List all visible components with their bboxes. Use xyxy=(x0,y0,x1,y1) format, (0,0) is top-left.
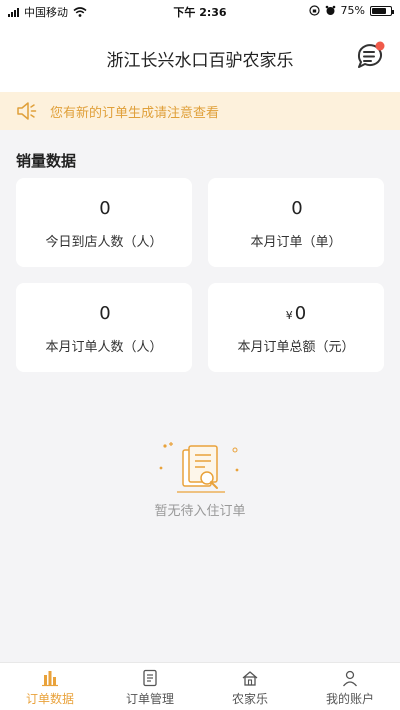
tab-farmhouse[interactable]: 农家乐 xyxy=(200,663,300,710)
tab-my-account[interactable]: 我的账户 xyxy=(300,663,400,710)
speaker-icon xyxy=(17,102,37,120)
tab-bar: 订单数据 订单管理 农家乐 我的账户 xyxy=(0,662,400,710)
stat-value: 0 xyxy=(99,198,111,219)
bar-chart-icon xyxy=(42,671,58,687)
empty-state-text: 暂无待入住订单 xyxy=(154,504,246,519)
stat-label: 本月订单（单） xyxy=(250,235,342,250)
rotation-lock-icon xyxy=(308,5,320,16)
stat-card-today-visitors[interactable]: 0 今日到店人数（人） xyxy=(16,178,192,267)
stat-label: 本月订单总额（元） xyxy=(237,340,355,355)
navbar: 浙江长兴水口百驴农家乐 xyxy=(0,22,400,92)
page-title: 浙江长兴水口百驴农家乐 xyxy=(106,51,294,71)
tab-order-management[interactable]: 订单管理 xyxy=(100,663,200,710)
home-icon xyxy=(242,671,258,686)
notice-text: 您有新的订单生成请注意查看 xyxy=(50,105,220,121)
stat-card-month-order-people[interactable]: 0 本月订单人数（人） xyxy=(16,283,192,372)
status-bar: 中国移动 下午 2:36 75% xyxy=(0,0,400,22)
tab-order-data[interactable]: 订单数据 xyxy=(0,663,100,710)
stat-value: 0 xyxy=(291,198,303,219)
notice-bar[interactable]: 您有新的订单生成请注意查看 xyxy=(0,92,400,130)
status-right: 75% xyxy=(308,4,394,17)
tab-label: 订单管理 xyxy=(125,692,174,706)
stat-value: 0 xyxy=(99,303,111,324)
stat-label: 今日到店人数（人） xyxy=(45,235,163,250)
stat-value: ¥0 xyxy=(285,303,307,324)
list-icon xyxy=(143,669,157,687)
stat-card-month-order-total[interactable]: ¥0 本月订单总额（元） xyxy=(208,283,384,372)
user-icon xyxy=(342,670,358,687)
tab-label: 订单数据 xyxy=(25,692,74,706)
tab-label: 农家乐 xyxy=(231,692,268,706)
stat-label: 本月订单人数（人） xyxy=(45,340,163,355)
sales-section-title: 销量数据 xyxy=(16,152,77,170)
notification-badge xyxy=(375,41,385,51)
stat-card-month-orders[interactable]: 0 本月订单（单） xyxy=(208,178,384,267)
tab-label: 我的账户 xyxy=(325,692,374,706)
battery-icon xyxy=(370,5,394,16)
battery-percent: 75% xyxy=(340,4,365,17)
empty-document-icon xyxy=(159,442,239,493)
chat-bubble-icon[interactable] xyxy=(354,40,386,72)
alarm-icon xyxy=(325,5,335,15)
empty-state: 暂无待入住订单 xyxy=(0,440,400,519)
